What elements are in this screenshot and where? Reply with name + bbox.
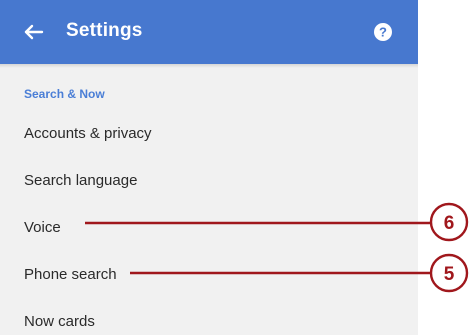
callout-number-6: 6	[444, 213, 455, 234]
callout-circle-6	[429, 202, 469, 242]
setting-item-label: Search language	[24, 172, 138, 189]
settings-screen: Settings ? Search & Now Accounts & priva…	[0, 0, 418, 335]
section-header: Search & Now	[24, 87, 105, 101]
arrow-back-icon[interactable]	[20, 17, 48, 47]
callout-number-5: 5	[444, 264, 455, 285]
app-bar-shadow	[0, 64, 418, 68]
app-bar: Settings ?	[0, 0, 418, 64]
setting-item-now-cards[interactable]: Now cards	[0, 302, 418, 335]
setting-item-label: Phone search	[24, 266, 117, 283]
setting-item-accounts-privacy[interactable]: Accounts & privacy	[0, 114, 418, 154]
setting-item-voice[interactable]: Voice	[0, 208, 418, 248]
setting-item-label: Voice	[24, 219, 61, 236]
setting-item-label: Accounts & privacy	[24, 125, 152, 142]
page-title: Settings	[66, 20, 143, 41]
svg-text:?: ?	[379, 25, 387, 40]
callout-circle-5	[429, 253, 469, 293]
setting-item-search-language[interactable]: Search language	[0, 161, 418, 201]
setting-item-phone-search[interactable]: Phone search	[0, 255, 418, 295]
help-circle-icon[interactable]: ?	[374, 23, 392, 41]
setting-item-label: Now cards	[24, 313, 95, 330]
